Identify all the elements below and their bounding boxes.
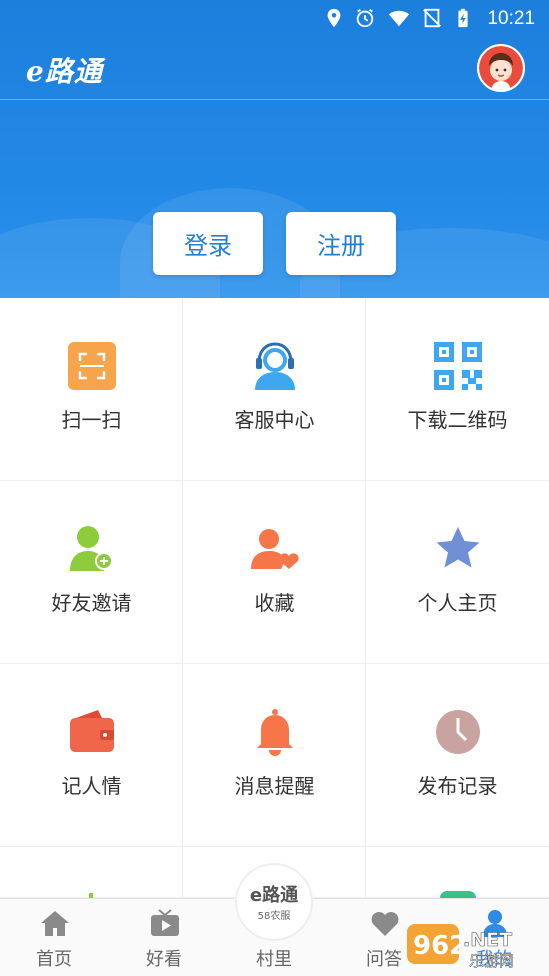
grid-item-label: 个人主页 <box>417 591 498 615</box>
status-time: 10:21 <box>487 8 535 29</box>
avatar-face-icon <box>479 46 523 90</box>
clock-icon <box>436 710 480 754</box>
avatar[interactable] <box>477 44 525 92</box>
grid-item-label: 记人情 <box>61 774 122 798</box>
svg-text:962: 962 <box>413 931 467 961</box>
grid-item-qrcode[interactable]: 下载二维码 <box>366 298 549 481</box>
location-icon <box>327 8 341 28</box>
grid-item-favorites[interactable]: 收藏 <box>183 481 366 664</box>
badge-subtitle: 58农服 <box>257 911 291 922</box>
grid-item-label: 收藏 <box>254 591 295 615</box>
no-signal-icon <box>423 8 441 28</box>
function-grid: 扫一扫 客服中心 下载二维码 好友邀请 收藏 个人主页 记人情 消息提醒 发布记… <box>0 298 549 898</box>
battery-charging-icon <box>458 8 468 28</box>
home-icon <box>41 911 69 936</box>
nav-label: 好看 <box>146 949 182 970</box>
grid-item-label: 客服中心 <box>234 408 315 432</box>
login-button[interactable]: 登录 <box>153 212 263 275</box>
nav-label: 村里 <box>256 949 292 970</box>
alarm-icon <box>356 8 374 28</box>
grid-item-gift-record[interactable]: 记人情 <box>0 664 183 847</box>
grid-item-invite-friend[interactable]: 好友邀请 <box>0 481 183 664</box>
badge-title: e路通 <box>249 885 299 906</box>
star-icon <box>436 527 480 568</box>
grid-item-label: 发布记录 <box>417 774 498 798</box>
svg-text:.NET: .NET <box>463 929 512 951</box>
grid-item-homepage[interactable]: 个人主页 <box>366 481 549 664</box>
grid-item-partial[interactable] <box>366 847 549 898</box>
grid-item-label: 好友邀请 <box>51 591 132 615</box>
grid-item-notifications[interactable]: 消息提醒 <box>183 664 366 847</box>
grid-item-label: 扫一扫 <box>61 408 122 432</box>
app-logo: e路通 <box>26 55 103 88</box>
register-button[interactable]: 注册 <box>286 212 396 275</box>
scan-icon <box>68 342 116 390</box>
app-bar: e路通 <box>0 38 549 100</box>
heart-icon <box>371 912 399 936</box>
video-icon <box>151 909 179 936</box>
grid-item-label: 下载二维码 <box>407 408 508 432</box>
qrcode-icon <box>434 342 482 390</box>
favorites-icon <box>251 529 299 569</box>
header-banner: 10:21 e路通 登录 注册 <box>0 0 549 298</box>
invite-friend-icon <box>70 526 113 571</box>
village-badge[interactable]: e路通 58农服 <box>235 863 313 941</box>
grid-item-label: 消息提醒 <box>234 774 315 798</box>
wifi-icon <box>388 10 410 27</box>
grid-item-publish-history[interactable]: 发布记录 <box>366 664 549 847</box>
app-root: 10:21 e路通 登录 注册 扫一扫 客服中心 下载二维码 好友邀请 收藏 个… <box>0 0 549 976</box>
bell-icon <box>257 709 293 756</box>
grid-item-scan[interactable]: 扫一扫 <box>0 298 183 481</box>
grid-item-customer-service[interactable]: 客服中心 <box>183 298 366 481</box>
wallet-icon <box>70 710 114 752</box>
svg-text:乐游网: 乐游网 <box>469 952 514 970</box>
watermark-logo: 962 .NET 乐游网 <box>407 924 514 970</box>
nav-home[interactable]: 首页 <box>4 899 104 976</box>
nav-video[interactable]: 好看 <box>114 899 214 976</box>
status-bar: 10:21 <box>0 0 549 38</box>
grid-item-partial[interactable] <box>0 847 183 898</box>
nav-label: 首页 <box>36 949 72 970</box>
headset-icon <box>255 342 295 390</box>
